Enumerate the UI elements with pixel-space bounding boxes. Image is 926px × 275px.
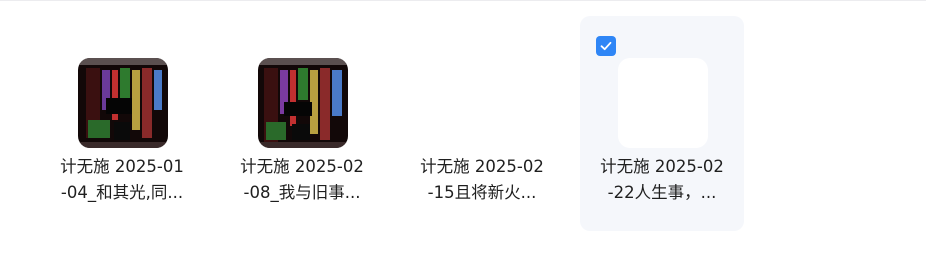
file-tile-selected[interactable]: 计无施 2025-02 -22人生事，...	[580, 16, 744, 231]
file-tile[interactable]: 计无施 2025-02 -08_我与旧事...	[220, 16, 384, 231]
file-thumbnail[interactable]	[618, 58, 708, 148]
select-checkbox[interactable]	[596, 36, 616, 56]
file-thumbnail[interactable]	[258, 58, 348, 148]
file-name[interactable]: 计无施 2025-02 -08_我与旧事...	[226, 154, 378, 206]
file-name-line-2: -22人生事，...	[607, 183, 717, 202]
file-thumbnail[interactable]	[78, 58, 168, 148]
file-name-line-2: -04_和其光,同...	[60, 183, 184, 202]
file-name-line-1: 计无施 2025-02	[420, 157, 544, 176]
file-tile[interactable]: 计无施 2025-01 -04_和其光,同...	[40, 16, 204, 231]
file-name-line-1: 计无施 2025-02	[600, 157, 724, 176]
file-tile[interactable]: 计无施 2025-02 -15且将新火...	[400, 16, 564, 231]
file-name[interactable]: 计无施 2025-02 -15且将新火...	[406, 154, 558, 206]
file-name[interactable]: 计无施 2025-02 -22人生事，...	[586, 154, 738, 206]
spreadsheet-thumbnail-icon	[258, 58, 348, 148]
file-name-line-2: -08_我与旧事...	[243, 183, 361, 202]
file-name-line-2: -15且将新火...	[427, 183, 537, 202]
file-grid: 计无施 2025-01 -04_和其光,同... 计无施 2025-02 -08…	[0, 0, 926, 275]
checkmark-icon	[600, 41, 612, 51]
file-name-line-1: 计无施 2025-02	[240, 157, 364, 176]
file-name[interactable]: 计无施 2025-01 -04_和其光,同...	[46, 154, 198, 206]
file-name-line-1: 计无施 2025-01	[60, 157, 184, 176]
spreadsheet-thumbnail-icon	[78, 58, 168, 148]
